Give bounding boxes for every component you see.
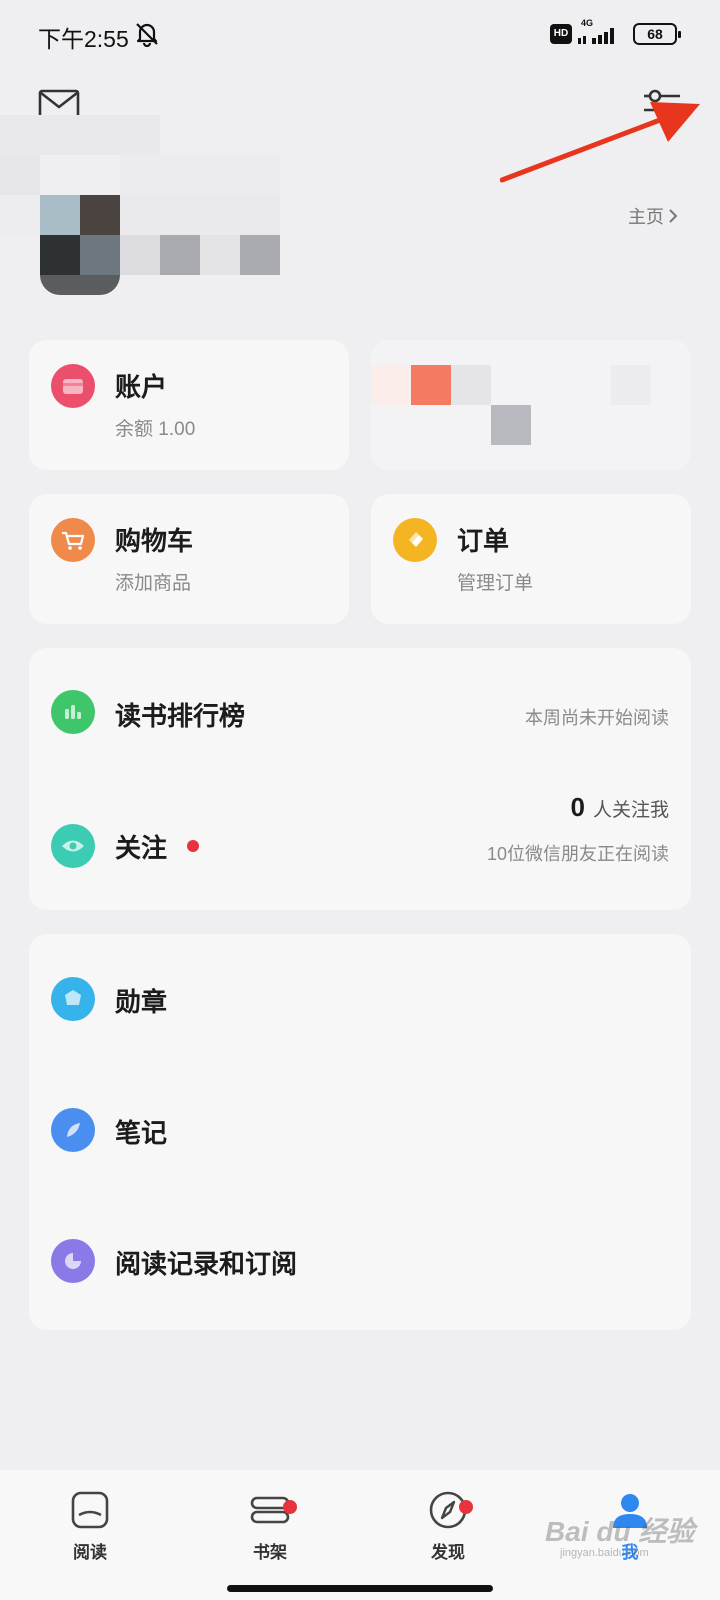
status-bar: 下午2:55 HD 4G 68 [0, 0, 720, 70]
account-title: 账户 [115, 372, 168, 402]
wallet-icon [51, 364, 95, 408]
follower-count-line: 0 人关注我 [571, 792, 669, 823]
battery-indicator: 68 [633, 23, 681, 45]
nav-tab-discover[interactable]: 发现 [403, 1488, 493, 1563]
notes-row[interactable]: 笔记 [29, 1064, 691, 1194]
nav-tab-bookshelf[interactable]: 书架 [225, 1488, 315, 1563]
follow-notification-dot [187, 840, 199, 852]
hd-badge: HD [550, 24, 572, 44]
follower-count: 0 [570, 792, 585, 822]
feather-icon [51, 1108, 95, 1152]
nav-tab-read[interactable]: 阅读 [45, 1488, 135, 1563]
ranking-status: 本周尚未开始阅读 [525, 708, 669, 728]
homepage-link[interactable]: 主页 [628, 203, 678, 229]
cart-card[interactable]: 购物车 添加商品 [29, 494, 349, 624]
orders-icon [393, 518, 437, 562]
history-row[interactable]: 阅读记录和订阅 [29, 1196, 691, 1330]
watermark-url: jingyan.baidu.com [560, 1547, 649, 1559]
follower-count-suffix: 人关注我 [592, 800, 669, 821]
notifications-muted-icon [136, 23, 158, 47]
reading-section: 读书排行榜 本周尚未开始阅读 关注 0 人关注我 10位微信朋友正在阅读 [29, 648, 691, 910]
account-card[interactable]: 账户 余额 1.00 [29, 340, 349, 470]
cart-icon [51, 518, 95, 562]
signal-icon [578, 28, 614, 44]
blurred-card[interactable] [371, 340, 691, 470]
status-time: 下午2:55 [38, 26, 129, 52]
nav-label-bookshelf: 书架 [253, 1543, 287, 1562]
ranking-label: 读书排行榜 [115, 701, 246, 731]
watermark: Bai du 经验 [545, 1516, 695, 1547]
orders-subtitle: 管理订单 [457, 573, 534, 594]
medal-icon [51, 977, 95, 1021]
follow-label: 关注 [115, 833, 168, 863]
homepage-link-label: 主页 [628, 207, 664, 227]
account-balance: 余额 1.00 [115, 419, 196, 440]
menu-section: 勋章 笔记 阅读记录和订阅 [29, 934, 691, 1330]
discover-badge [459, 1500, 473, 1514]
annotation-arrow [500, 102, 700, 183]
history-icon [51, 1239, 95, 1283]
notes-label: 笔记 [115, 1118, 168, 1148]
ranking-row[interactable]: 读书排行榜 本周尚未开始阅读 [29, 648, 691, 778]
profile-avatar-blurred[interactable] [0, 115, 300, 315]
chevron-right-icon [669, 209, 678, 223]
eye-icon [51, 824, 95, 868]
medals-row[interactable]: 勋章 [29, 934, 691, 1064]
history-label: 阅读记录和订阅 [115, 1249, 298, 1279]
home-indicator[interactable] [227, 1585, 493, 1592]
cart-subtitle: 添加商品 [115, 573, 192, 594]
medals-label: 勋章 [115, 987, 168, 1017]
nav-label-read: 阅读 [73, 1543, 107, 1562]
orders-title: 订单 [457, 526, 510, 556]
bookshelf-badge [283, 1500, 297, 1514]
chart-icon [51, 690, 95, 734]
follow-row[interactable]: 关注 0 人关注我 10位微信朋友正在阅读 [29, 778, 691, 910]
cart-title: 购物车 [115, 526, 194, 556]
friends-reading-note: 10位微信朋友正在阅读 [486, 844, 669, 864]
orders-card[interactable]: 订单 管理订单 [371, 494, 691, 624]
book-icon [71, 1491, 109, 1529]
nav-label-discover: 发现 [431, 1543, 465, 1562]
